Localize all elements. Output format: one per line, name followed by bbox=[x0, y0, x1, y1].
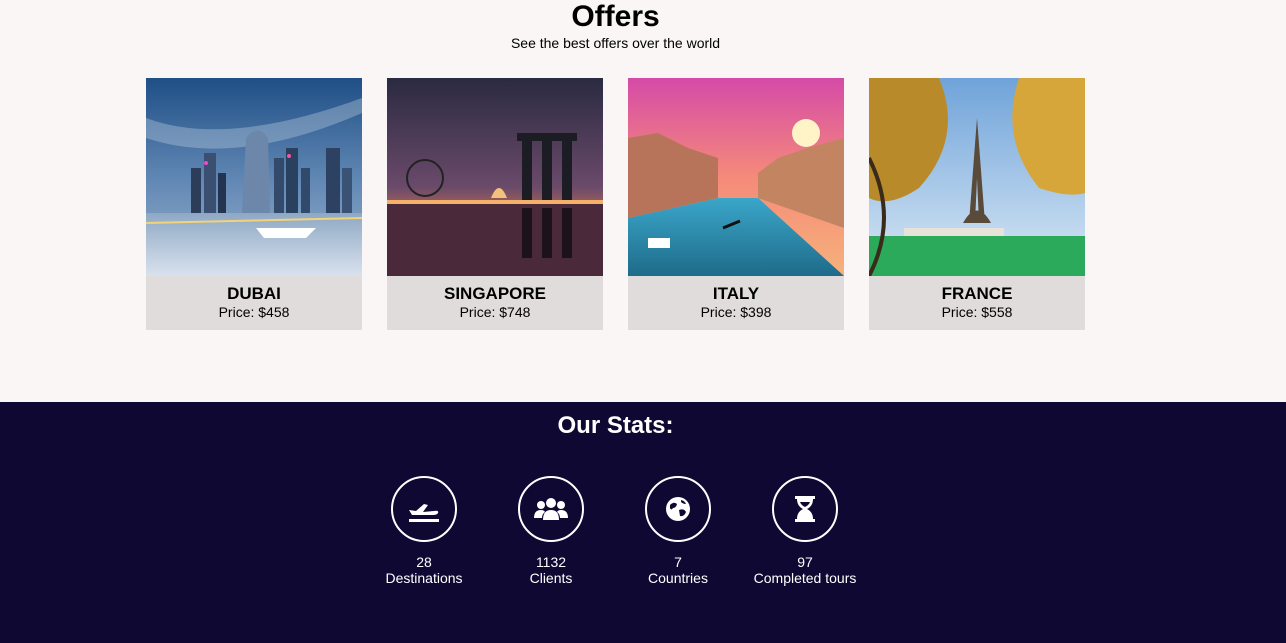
stat-countries: 7 Countries bbox=[613, 476, 743, 586]
offer-card-dubai[interactable]: DUBAI Price: $458 bbox=[146, 78, 362, 330]
offer-price: Price: $398 bbox=[700, 304, 772, 320]
singapore-image[interactable] bbox=[387, 78, 603, 276]
offers-title: Offers bbox=[571, 0, 660, 33]
stat-value: 1132 bbox=[535, 554, 567, 570]
offer-name: SINGAPORE bbox=[443, 284, 547, 303]
offer-price: Price: $458 bbox=[218, 304, 290, 320]
stat-value: 7 bbox=[674, 554, 682, 570]
globe-icon bbox=[645, 476, 711, 542]
stat-label: Completed tours bbox=[753, 570, 857, 586]
dubai-image[interactable] bbox=[146, 78, 362, 276]
stat-label: Clients bbox=[529, 570, 573, 586]
hourglass-icon bbox=[772, 476, 838, 542]
stats-section: Our Stats: 28 Destinations 1132 Clients bbox=[0, 402, 1286, 643]
offer-price: Price: $558 bbox=[941, 304, 1013, 320]
stat-label: Destinations bbox=[385, 570, 463, 586]
stat-label: Countries bbox=[648, 570, 708, 586]
offer-name: ITALY bbox=[712, 284, 760, 303]
offer-price: Price: $748 bbox=[459, 304, 531, 320]
stat-value: 97 bbox=[797, 554, 813, 570]
offer-name: FRANCE bbox=[941, 284, 1013, 303]
offers-section: Offers See the best offers over the worl… bbox=[0, 0, 1286, 402]
offers-subtitle: See the best offers over the world bbox=[510, 35, 721, 51]
offer-card-singapore[interactable]: SINGAPORE Price: $748 bbox=[387, 78, 603, 330]
offer-card-france[interactable]: FRANCE Price: $558 bbox=[869, 78, 1085, 330]
stat-clients: 1132 Clients bbox=[486, 476, 616, 586]
stat-value: 28 bbox=[416, 554, 432, 570]
stats-title: Our Stats: bbox=[557, 412, 674, 439]
stat-completed-tours: 97 Completed tours bbox=[740, 476, 870, 586]
italy-image[interactable] bbox=[628, 78, 844, 276]
france-image[interactable] bbox=[869, 78, 1085, 276]
offer-name: DUBAI bbox=[227, 284, 281, 303]
offer-card-italy[interactable]: ITALY Price: $398 bbox=[628, 78, 844, 330]
plane-departure-icon bbox=[391, 476, 457, 542]
stat-destinations: 28 Destinations bbox=[359, 476, 489, 586]
users-icon bbox=[518, 476, 584, 542]
